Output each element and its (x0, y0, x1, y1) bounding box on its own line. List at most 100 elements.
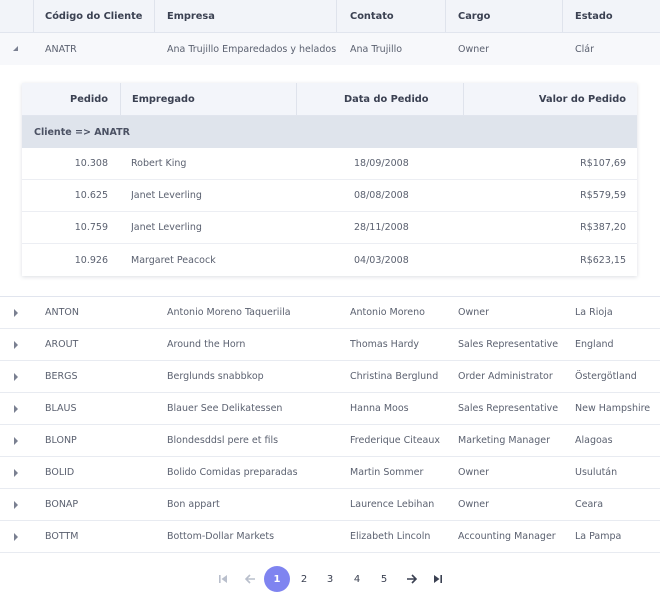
page-1-button[interactable]: 1 (264, 566, 290, 592)
order-number-cell: 10.759 (74, 222, 108, 233)
page-2-button[interactable]: 2 (292, 566, 316, 592)
column-header-employee[interactable]: Empregado (132, 83, 292, 115)
expand-arrow-icon[interactable] (13, 361, 19, 392)
contact-cell: Antonio Moreno (350, 307, 425, 318)
collapse-arrow-icon[interactable] (12, 33, 20, 65)
state-cell: Clár (575, 43, 594, 55)
next-page-icon[interactable] (399, 566, 423, 592)
state-cell: Alagoas (575, 435, 613, 446)
state-cell: La Pampa (575, 531, 622, 542)
detail-panel: Pedido Empregado Data do Pedido Valor do… (0, 65, 660, 297)
state-cell: Usulután (575, 467, 618, 478)
column-header-order-value[interactable]: Valor do Pedido (472, 83, 626, 115)
column-header-order-date[interactable]: Data do Pedido (344, 83, 464, 115)
expand-arrow-icon[interactable] (13, 425, 19, 456)
contact-cell: Elizabeth Lincoln (350, 531, 431, 542)
order-number-cell: 10.625 (74, 190, 108, 201)
employee-cell: Margaret Peacock (131, 254, 216, 266)
table-row[interactable]: BLONP Blondesddsl pere et fils Frederiqu… (0, 425, 660, 457)
expand-arrow-icon[interactable] (13, 393, 19, 424)
orders-detail-grid: Pedido Empregado Data do Pedido Valor do… (22, 83, 637, 276)
table-row[interactable]: BOLID Bolido Comidas preparadas Martin S… (0, 457, 660, 489)
order-number-cell: 10.926 (74, 254, 108, 266)
page-3-button[interactable]: 3 (318, 566, 342, 592)
contact-cell: Christina Berglund (350, 371, 439, 382)
contact-cell: Laurence Lebihan (350, 499, 435, 510)
company-cell: Around the Horn (167, 339, 246, 350)
column-header-company[interactable]: Empresa (167, 0, 337, 32)
table-row[interactable]: BONAP Bon appart Laurence Lebihan Owner … (0, 489, 660, 521)
page-4-button[interactable]: 4 (345, 566, 369, 592)
customer-id-cell: ANTON (45, 307, 79, 318)
customer-id-cell: BOTTM (45, 531, 79, 542)
order-row[interactable]: 10.308 Robert King 18/09/2008 R$107,69 (22, 148, 637, 180)
title-cell: Owner (458, 307, 490, 318)
order-date-cell: 18/09/2008 (354, 158, 409, 169)
order-row[interactable]: 10.926 Margaret Peacock 04/03/2008 R$623… (22, 244, 637, 276)
state-cell: New Hampshire (575, 403, 651, 414)
company-cell: Antonio Moreno Taqueriila (167, 307, 291, 318)
customer-id-cell: BERGS (45, 371, 78, 382)
expand-arrow-icon[interactable] (13, 297, 19, 328)
first-page-icon[interactable] (211, 566, 235, 592)
customers-grid: Código do Cliente Empresa Contato Cargo … (0, 0, 660, 553)
expand-arrow-icon[interactable] (13, 457, 19, 488)
customer-id-cell: BLONP (45, 435, 77, 446)
employee-cell: Robert King (131, 158, 187, 169)
column-header-order[interactable]: Pedido (22, 83, 108, 115)
employee-cell: Janet Leverling (131, 190, 202, 201)
title-cell: Owner (458, 499, 490, 510)
page-5-button[interactable]: 5 (372, 566, 396, 592)
contact-cell: Frederique Citeaux (350, 435, 440, 446)
customer-id-cell: BONAP (45, 499, 79, 510)
state-cell: England (575, 339, 614, 350)
employee-cell: Janet Leverling (131, 222, 202, 233)
column-header-state[interactable]: Estado (575, 0, 660, 32)
order-value-cell: R$387,20 (580, 222, 626, 233)
title-cell: Sales Representative (458, 403, 558, 414)
expand-arrow-icon[interactable] (13, 521, 19, 552)
company-cell: Ana Trujillo Emparedados y helados (167, 43, 337, 55)
order-value-cell: R$579,59 (580, 190, 626, 201)
title-cell: Marketing Manager (458, 435, 551, 446)
table-row[interactable]: BOTTM Bottom-Dollar Markets Elizabeth Li… (0, 521, 660, 553)
customer-rows: ANTON Antonio Moreno Taqueriila Antonio … (0, 297, 660, 553)
prev-page-icon[interactable] (238, 566, 262, 592)
order-row[interactable]: 10.625 Janet Leverling 08/08/2008 R$579,… (22, 180, 637, 212)
order-row[interactable]: 10.759 Janet Leverling 28/11/2008 R$387,… (22, 212, 637, 244)
order-value-cell: R$623,15 (580, 254, 626, 266)
table-row[interactable]: BERGS Berglunds snabbkop Christina Bergl… (0, 361, 660, 393)
title-cell: Accounting Manager (458, 531, 556, 542)
table-row[interactable]: ANTON Antonio Moreno Taqueriila Antonio … (0, 297, 660, 329)
customer-id-cell: BOLID (45, 467, 75, 478)
grid-header: Código do Cliente Empresa Contato Cargo … (0, 0, 660, 33)
table-row-expanded[interactable]: ANATR Ana Trujillo Emparedados y helados… (0, 33, 660, 65)
order-number-cell: 10.308 (74, 158, 108, 169)
table-row[interactable]: BLAUS Blauer See Delikatessen Hanna Moos… (0, 393, 660, 425)
pagination: 1 2 3 4 5 (0, 566, 660, 592)
contact-cell: Martin Sommer (350, 467, 424, 478)
expand-arrow-icon[interactable] (13, 329, 19, 360)
company-cell: Bon appart (167, 499, 220, 510)
order-value-cell: R$107,69 (580, 158, 626, 169)
contact-cell: Thomas Hardy (350, 339, 420, 350)
title-cell: Sales Representative (458, 339, 558, 350)
title-cell: Owner (458, 43, 490, 55)
detail-header: Pedido Empregado Data do Pedido Valor do… (22, 83, 637, 116)
company-cell: Bottom-Dollar Markets (167, 531, 275, 542)
state-cell: Ceara (575, 499, 604, 510)
group-row: Cliente => ANATR (22, 116, 637, 148)
order-date-cell: 28/11/2008 (354, 222, 409, 233)
title-cell: Owner (458, 467, 490, 478)
expand-arrow-icon[interactable] (13, 489, 19, 520)
contact-cell: Hanna Moos (350, 403, 409, 414)
table-row[interactable]: AROUT Around the Horn Thomas Hardy Sales… (0, 329, 660, 361)
column-header-contact[interactable]: Contato (350, 0, 445, 32)
customer-id-cell: ANATR (45, 43, 77, 55)
last-page-icon[interactable] (426, 566, 450, 592)
column-header-customer-id[interactable]: Código do Cliente (45, 0, 150, 32)
state-cell: La Rioja (575, 307, 613, 318)
column-header-title[interactable]: Cargo (458, 0, 558, 32)
customer-id-cell: AROUT (45, 339, 79, 350)
customer-id-cell: BLAUS (45, 403, 77, 414)
